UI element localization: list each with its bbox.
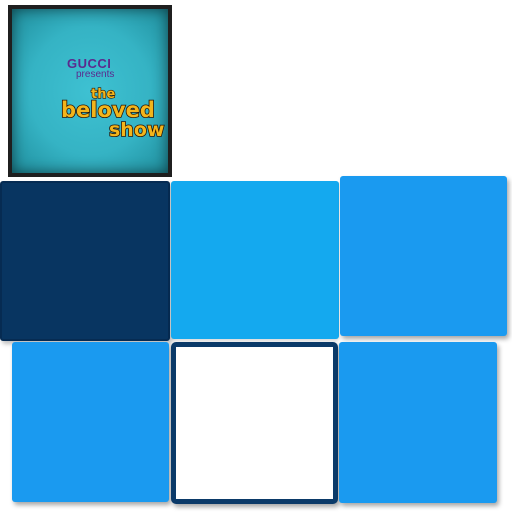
poster-image: GUCCI presents the beloved show bbox=[8, 5, 172, 177]
tile-r1-c3[interactable] bbox=[340, 176, 507, 336]
tile-r2-c2-selected[interactable] bbox=[171, 342, 338, 504]
poster-artwork: GUCCI presents the beloved show bbox=[12, 9, 168, 173]
logo-text-show: show bbox=[109, 119, 164, 140]
poster-presents: presents bbox=[76, 69, 115, 80]
tile-r1-c2[interactable] bbox=[171, 181, 339, 339]
tile-r1-c1[interactable] bbox=[0, 181, 170, 341]
show-logo: the beloved show bbox=[60, 86, 165, 140]
tile-r2-c3[interactable] bbox=[339, 342, 497, 503]
tile-r2-c1[interactable] bbox=[12, 342, 169, 502]
